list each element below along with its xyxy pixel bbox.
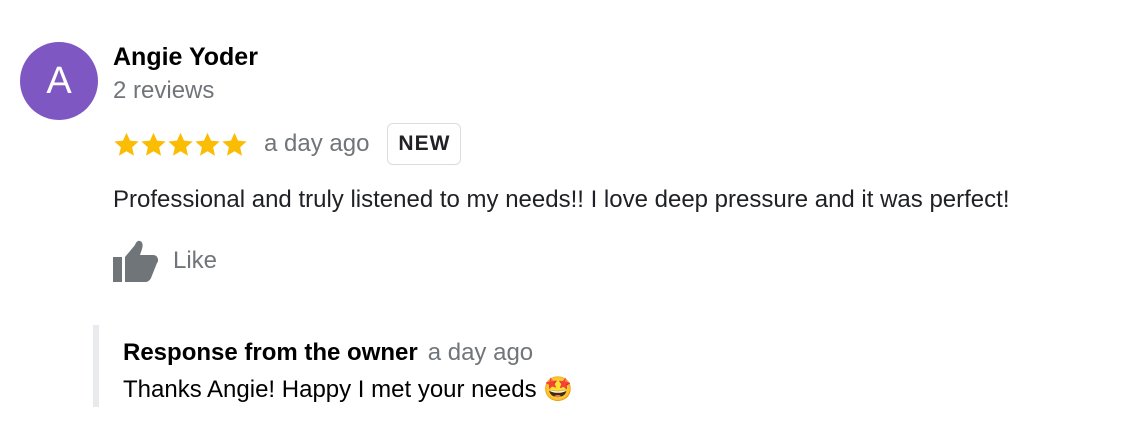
thumbs-up-icon — [113, 240, 158, 282]
response-text: Thanks Angie! Happy I met your needs 🤩 — [123, 376, 574, 403]
response-title: Response from the owner — [123, 339, 418, 366]
star-icon — [222, 132, 247, 156]
like-button[interactable]: Like — [113, 239, 217, 283]
rating-row: a day ago NEW — [113, 122, 462, 166]
response-date: a day ago — [427, 339, 534, 366]
review-card: A Angie Yoder 2 reviews a day ago NEW Pr… — [0, 0, 1133, 427]
response-header: Response from the owner a day ago — [123, 339, 533, 367]
star-rating — [113, 131, 248, 158]
star-icon — [195, 132, 220, 156]
avatar[interactable]: A — [20, 42, 98, 120]
like-label: Like — [173, 247, 218, 274]
owner-response: Response from the owner a day ago Thanks… — [93, 325, 799, 407]
review-date: a day ago — [264, 130, 370, 157]
star-icon — [114, 132, 139, 156]
new-badge: NEW — [387, 123, 462, 165]
star-icon — [141, 132, 166, 156]
author-name[interactable]: Angie Yoder — [113, 42, 258, 72]
star-icon — [168, 132, 193, 156]
review-text: Professional and truly listened to my ne… — [113, 186, 1010, 213]
review-count[interactable]: 2 reviews — [113, 76, 214, 106]
